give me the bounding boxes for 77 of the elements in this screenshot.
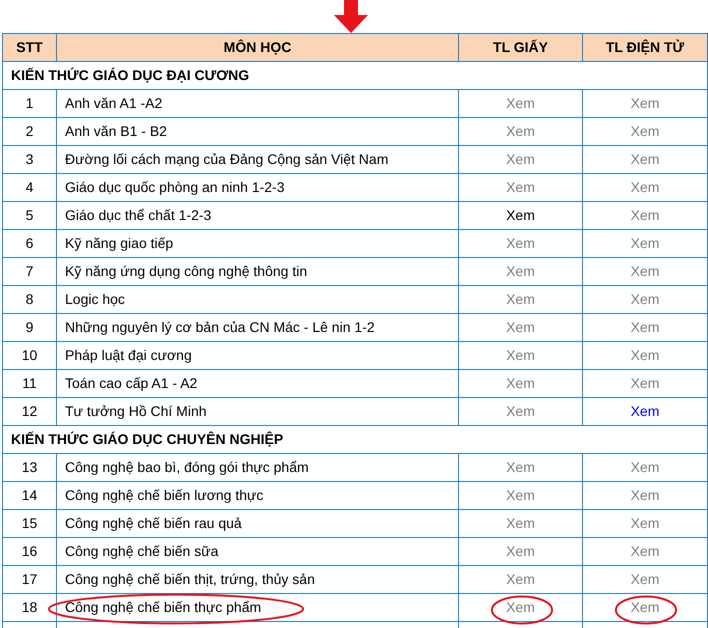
subject-name: Công nghệ chế biến thực phẩm — [65, 599, 262, 615]
subject-name: Công nghệ chế biến sữa — [65, 543, 218, 559]
view-link[interactable]: Xem — [506, 263, 535, 279]
view-link[interactable]: Xem — [506, 375, 535, 391]
subject-name: Pháp luật đại cương — [65, 347, 192, 363]
view-link[interactable]: Xem — [506, 123, 535, 139]
view-link[interactable]: Xem — [506, 543, 535, 559]
column-header: TL ĐIỆN TỬ — [582, 34, 708, 62]
subject-name: Công nghệ chế biến lương thực — [65, 487, 264, 503]
row-number: 1 — [2, 90, 56, 118]
row-number: 5 — [2, 202, 56, 230]
view-link[interactable]: Xem — [506, 347, 535, 363]
view-link[interactable]: Xem — [506, 403, 535, 419]
section-heading: KIẾN THỨC GIÁO DỤC ĐẠI CƯƠNG — [2, 62, 708, 90]
subject-name: Toán cao cấp A1 - A2 — [65, 375, 198, 391]
view-link[interactable]: Xem — [630, 235, 660, 251]
view-link[interactable]: Xem — [630, 571, 660, 587]
row-number: 12 — [2, 398, 56, 426]
view-link[interactable]: Xem — [506, 319, 535, 335]
subject-name: Những nguyên lý cơ bản của CN Mác - Lê nin 1-2 — [65, 319, 375, 335]
subject-name: Kỹ năng ứng dụng công nghệ thông tin — [65, 263, 308, 279]
view-link[interactable]: Xem — [506, 235, 535, 251]
row-number: 11 — [2, 370, 56, 398]
view-link[interactable]: Xem — [630, 207, 660, 223]
view-link[interactable]: Xem — [506, 515, 535, 531]
view-link[interactable]: Xem — [630, 375, 660, 391]
subject-name: Logic học — [65, 291, 125, 307]
view-link[interactable]: Xem — [630, 347, 660, 363]
column-header: MÔN HỌC — [56, 34, 458, 62]
subject-name: Kỹ năng giao tiếp — [65, 235, 174, 251]
view-link[interactable]: Xem — [506, 459, 535, 475]
subject-name: Công nghệ chế biến rau quả — [65, 515, 242, 531]
view-link[interactable]: Xem — [506, 571, 535, 587]
view-link[interactable]: Xem — [630, 543, 660, 559]
view-link[interactable]: Xem — [630, 95, 660, 111]
view-link[interactable]: Xem — [630, 291, 660, 307]
section-heading: KIẾN THỨC GIÁO DỤC CHUYÊN NGHIỆP — [2, 426, 708, 454]
row-number: 13 — [2, 454, 56, 482]
subject-name: Công nghệ chế biến thịt, trứng, thủy sản — [65, 571, 315, 587]
view-link[interactable]: Xem — [630, 403, 660, 419]
row-number: 8 — [2, 286, 56, 314]
row-number: 7 — [2, 258, 56, 286]
view-link[interactable]: Xem — [630, 319, 660, 335]
row-number: 15 — [2, 510, 56, 538]
row-number: 6 — [2, 230, 56, 258]
row-number: 10 — [2, 342, 56, 370]
column-header: TL GIẤY — [458, 34, 582, 62]
view-link[interactable]: Xem — [630, 151, 660, 167]
view-link[interactable]: Xem — [630, 123, 660, 139]
view-link[interactable]: Xem — [506, 179, 535, 195]
view-link[interactable]: Xem — [506, 487, 535, 503]
subject-name: Công nghệ bao bì, đóng gói thực phẩm — [65, 459, 309, 475]
view-link[interactable]: Xem — [506, 95, 535, 111]
subject-name: Tư tưởng Hồ Chí Minh — [65, 403, 207, 419]
row-number: 9 — [2, 314, 56, 342]
view-link[interactable]: Xem — [630, 179, 660, 195]
row-number: 2 — [2, 118, 56, 146]
row-number: 18 — [2, 594, 56, 622]
view-link[interactable]: Xem — [630, 459, 660, 475]
down-arrow-icon — [333, 0, 369, 33]
view-link[interactable]: Xem — [506, 207, 535, 223]
view-link[interactable]: Xem — [506, 291, 535, 307]
row-number: 14 — [2, 482, 56, 510]
subject-name: Anh văn B1 - B2 — [65, 123, 167, 139]
view-link[interactable]: Xem — [630, 263, 660, 279]
subject-name: Anh văn A1 -A2 — [65, 95, 162, 111]
row-number: 4 — [2, 174, 56, 202]
row-number: 3 — [2, 146, 56, 174]
row-number: 17 — [2, 566, 56, 594]
subject-name: Đường lối cách mạng của Đảng Cộng sản Việt Nam — [65, 151, 388, 167]
view-link[interactable]: Xem — [630, 515, 660, 531]
subject-name: Giáo dục quốc phòng an ninh 1-2-3 — [65, 179, 284, 195]
column-header: STT — [2, 34, 56, 62]
view-link[interactable]: Xem — [630, 487, 660, 503]
view-link[interactable]: Xem — [506, 151, 535, 167]
row-number: 16 — [2, 538, 56, 566]
subject-name: Giáo dục thể chất 1-2-3 — [65, 207, 212, 223]
